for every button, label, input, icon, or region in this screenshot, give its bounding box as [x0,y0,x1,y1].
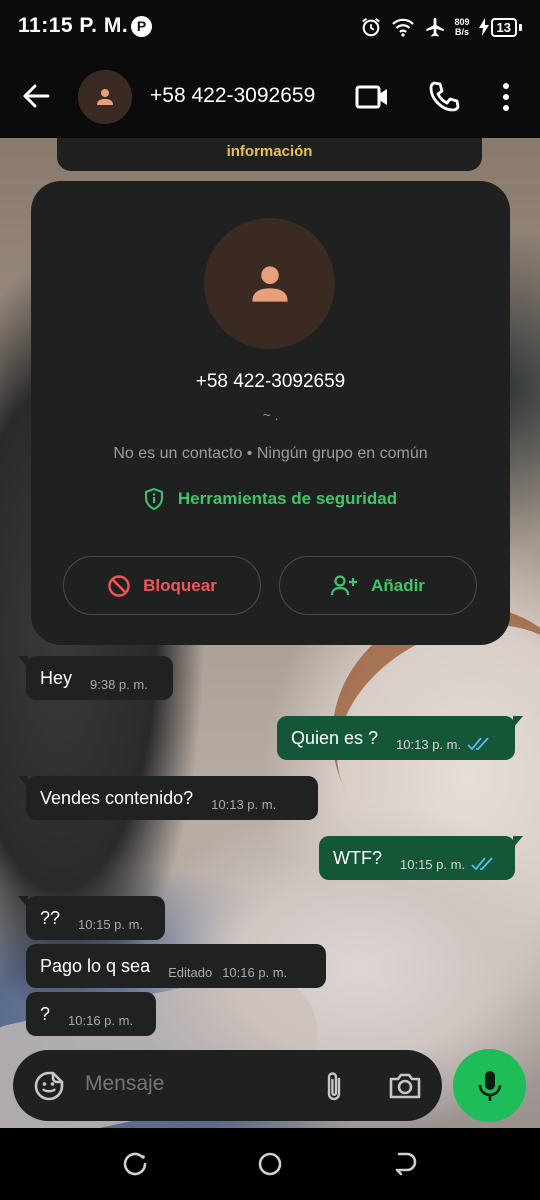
message-meta: 9:38 p. m. [90,677,148,692]
avatar[interactable] [78,70,132,124]
pinterest-icon: P [131,16,152,37]
battery-icon: 13 [478,17,522,37]
attach-clip-icon[interactable] [321,1070,347,1104]
message-meta: 10:15 p. m. [400,857,495,872]
nav-back-icon[interactable] [391,1150,419,1178]
bubble-tail [18,896,28,908]
contact-card-avatar[interactable] [204,218,335,349]
message-input[interactable] [85,1072,295,1096]
bubble-tail [18,656,28,668]
message-bubble-incoming[interactable]: ?? 10:15 p. m. [18,896,165,940]
message-meta: 10:16 p. m. [68,1013,133,1028]
message-text: Vendes contenido? [40,787,194,808]
message-time: 10:13 p. m. [396,736,462,752]
info-banner[interactable]: información [57,138,482,171]
network-speed-unit: B/s [455,27,470,37]
read-receipt-icon [467,737,489,751]
contact-card-alias: ~ . [262,407,279,423]
security-tools-label: Herramientas de seguridad [177,489,398,508]
message-meta: 10:13 p. m. [211,797,276,812]
message-text: ?? [40,907,61,928]
airplane-mode-icon [425,17,444,37]
contact-name[interactable]: +58 422-3092659 [150,84,315,108]
contact-card-name: +58 422-3092659 [195,371,346,392]
voice-message-button[interactable] [453,1049,526,1122]
camera-icon[interactable] [387,1071,423,1101]
sticker-icon[interactable] [33,1070,65,1102]
more-vert-icon[interactable] [496,80,516,114]
add-contact-label: Añadir [371,575,425,595]
system-nav-bar [0,1128,540,1200]
message-time: 10:16 p. m. [68,1012,134,1028]
read-receipt-icon [471,857,493,871]
message-time: 10:15 p. m. [78,916,144,932]
message-bubble-incoming[interactable]: Vendes contenido? 10:13 p. m. [18,776,318,820]
message-text: ? [40,1003,51,1024]
shield-info-icon [144,488,163,510]
add-person-icon [331,574,358,595]
block-icon [108,574,130,597]
message-bubble-incoming[interactable]: Pago lo q sea Editado 10:16 p. m. [26,944,326,988]
message-time: 10:15 p. m. [400,856,466,872]
message-text: Quien es ? [291,727,379,748]
message-time: 9:38 p. m. [90,676,148,692]
charging-icon [478,18,489,36]
network-speed: 809 B/s [455,17,470,37]
message-time: 10:13 p. m. [211,796,277,812]
battery-level: 13 [490,17,517,37]
message-text: Hey [40,667,73,688]
message-meta: 10:13 p. m. [396,737,491,752]
contact-card-info: No es un contacto • Ningún grupo en comú… [113,445,428,462]
block-label: Bloquear [143,575,217,595]
message-bubble-incoming[interactable]: ? 10:16 p. m. [26,992,156,1036]
bubble-tail [513,836,523,848]
mic-icon [478,1070,501,1101]
status-icons: 809 B/s 13 [360,12,522,42]
network-speed-value: 809 [454,17,470,27]
wifi-icon [391,18,414,37]
avatar-person-icon [251,265,288,302]
message-bubble-outgoing[interactable]: WTF? 10:15 p. m. [319,836,523,880]
security-tools-link[interactable]: Herramientas de seguridad [31,488,510,510]
message-bubble-incoming[interactable]: Hey 9:38 p. m. [18,656,173,700]
message-bubble-outgoing[interactable]: Quien es ? 10:13 p. m. [277,716,523,760]
recent-apps-icon[interactable] [121,1150,149,1178]
message-composer [13,1050,442,1121]
bubble-tail [513,716,523,728]
status-time: 11:15 P. M. [18,14,129,37]
back-arrow-icon[interactable] [20,80,52,112]
avatar-person-icon [97,89,113,105]
block-button[interactable]: Bloquear [63,556,261,615]
contact-card: +58 422-3092659 ~ . No es un contacto • … [31,181,510,645]
message-meta: Editado 10:16 p. m. [168,965,287,980]
add-contact-button[interactable]: Añadir [279,556,477,615]
edited-label: Editado [168,964,213,980]
chat-header: +58 422-3092659 [0,56,540,138]
alarm-icon [361,17,380,37]
message-meta: 10:15 p. m. [78,917,143,932]
voice-call-icon[interactable] [426,79,462,115]
bubble-tail [18,776,28,788]
message-text: WTF? [333,847,382,868]
message-text: Pago lo q sea [40,955,151,976]
home-icon[interactable] [256,1150,284,1178]
video-call-icon[interactable] [354,80,390,114]
battery-nub [519,23,522,31]
status-bar: 11:15 P. M. P 809 B/s 13 [0,0,540,56]
info-banner-text: información [226,143,313,160]
message-time: 10:16 p. m. [222,964,288,980]
